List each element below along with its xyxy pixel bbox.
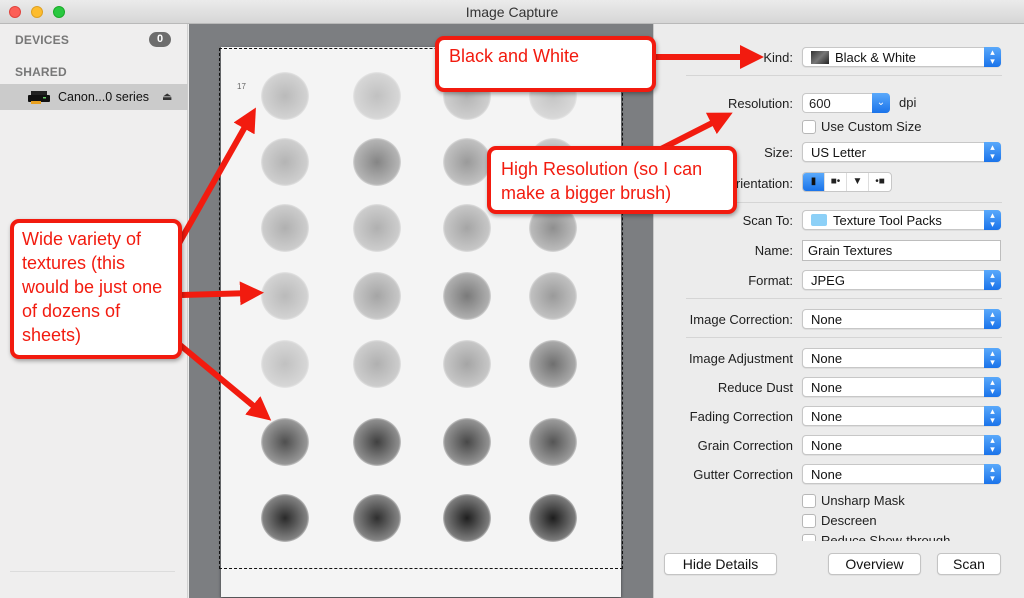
resolution-value: 600 bbox=[809, 96, 831, 111]
updown-arrows-icon: ▴ ▾ bbox=[984, 47, 1001, 67]
name-label: Name: bbox=[754, 243, 793, 258]
separator bbox=[686, 75, 1002, 76]
gutter-correction-value: None bbox=[811, 467, 843, 482]
reduce-dust-label: Reduce Dust bbox=[717, 380, 793, 395]
grain-correction-label: Grain Correction bbox=[697, 438, 793, 453]
separator bbox=[686, 337, 1002, 338]
scan-to-value: Texture Tool Packs bbox=[833, 213, 942, 228]
image-correction-value: None bbox=[811, 312, 843, 327]
size-label: Size: bbox=[764, 145, 793, 160]
custom-size-label: Use Custom Size bbox=[821, 119, 922, 134]
scroll-clip: Reduce Show-through bbox=[802, 529, 1002, 541]
hide-details-button[interactable]: Hide Details bbox=[664, 553, 777, 575]
printer-icon bbox=[28, 91, 50, 104]
orientation-upside-down-icon[interactable]: ▼ bbox=[847, 173, 869, 191]
updown-arrows-icon: ▴ ▾ bbox=[984, 348, 1001, 368]
scan-preview-area[interactable]: 17 bbox=[189, 24, 653, 598]
image-adjustment-label: Image Adjustment bbox=[688, 351, 793, 366]
kind-value: Black & White bbox=[835, 50, 916, 65]
scan-settings-panel: Kind: Black & White ▴ ▾ Resolution: 600 ⌄… bbox=[653, 24, 1024, 598]
separator bbox=[686, 298, 1002, 299]
orientation-portrait-icon[interactable]: ▮ bbox=[803, 173, 825, 191]
sidebar-divider bbox=[10, 571, 175, 572]
updown-arrows-icon: ▴ ▾ bbox=[984, 309, 1001, 329]
updown-arrows-icon: ▴ ▾ bbox=[984, 464, 1001, 484]
scan-button[interactable]: Scan bbox=[937, 553, 1001, 575]
resolution-combobox[interactable]: 600 ⌄ bbox=[802, 93, 890, 113]
fading-correction-label: Fading Correction bbox=[689, 409, 793, 424]
grain-correction-popup[interactable]: None ▴ ▾ bbox=[802, 435, 1001, 455]
reduce-dust-popup[interactable]: None ▴ ▾ bbox=[802, 377, 1001, 397]
reduce-dust-value: None bbox=[811, 380, 843, 395]
fading-correction-popup[interactable]: None ▴ ▾ bbox=[802, 406, 1001, 426]
format-value: JPEG bbox=[811, 273, 845, 288]
overview-button[interactable]: Overview bbox=[828, 553, 921, 575]
size-popup[interactable]: US Letter ▴ ▾ bbox=[802, 142, 1001, 162]
descreen-label: Descreen bbox=[821, 513, 877, 528]
scan-to-popup[interactable]: Texture Tool Packs ▴ ▾ bbox=[802, 210, 1001, 230]
sidebar-item-canon-scanner[interactable]: Canon...0 series ⏏ bbox=[0, 84, 188, 110]
updown-arrows-icon: ▴ ▾ bbox=[984, 435, 1001, 455]
updown-arrows-icon: ▴ ▾ bbox=[984, 142, 1001, 162]
devices-count-badge: 0 bbox=[149, 32, 171, 47]
shared-header: SHARED bbox=[15, 65, 67, 79]
format-popup[interactable]: JPEG ▴ ▾ bbox=[802, 270, 1001, 290]
name-field-wrap bbox=[802, 240, 1001, 261]
custom-size-checkbox[interactable] bbox=[802, 120, 816, 134]
kind-label: Kind: bbox=[763, 50, 793, 65]
device-label: Canon...0 series bbox=[58, 90, 150, 104]
callout-texture-variety: Wide variety of textures (this would be … bbox=[10, 219, 182, 359]
resolution-unit: dpi bbox=[899, 95, 917, 110]
image-adjustment-value: None bbox=[811, 351, 843, 366]
size-value: US Letter bbox=[811, 145, 866, 160]
orientation-rotate-right-icon[interactable]: ■• bbox=[825, 173, 847, 191]
name-field[interactable] bbox=[803, 241, 1000, 260]
format-label: Format: bbox=[748, 273, 793, 288]
eject-icon[interactable]: ⏏ bbox=[162, 90, 172, 103]
kind-popup[interactable]: Black & White ▴ ▾ bbox=[802, 47, 1001, 67]
updown-arrows-icon: ▴ ▾ bbox=[984, 270, 1001, 290]
gutter-correction-label: Gutter Correction bbox=[693, 467, 793, 482]
chevron-down-icon[interactable]: ⌄ bbox=[872, 93, 890, 113]
unsharp-mask-label: Unsharp Mask bbox=[821, 493, 905, 508]
image-correction-label: Image Correction: bbox=[689, 312, 793, 327]
reduce-show-through-checkbox[interactable] bbox=[802, 534, 816, 541]
title-bar: Image Capture bbox=[0, 0, 1024, 24]
folder-icon bbox=[811, 214, 827, 226]
window-title: Image Capture bbox=[465, 4, 559, 20]
fading-correction-value: None bbox=[811, 409, 843, 424]
descreen-checkbox[interactable] bbox=[802, 514, 816, 528]
callout-black-and-white: Black and White bbox=[435, 36, 656, 92]
black-white-icon bbox=[811, 51, 829, 64]
scan-selection-rectangle[interactable] bbox=[219, 48, 623, 569]
grain-correction-value: None bbox=[811, 438, 843, 453]
gutter-correction-popup[interactable]: None ▴ ▾ bbox=[802, 464, 1001, 484]
updown-arrows-icon: ▴ ▾ bbox=[984, 210, 1001, 230]
scan-to-label: Scan To: bbox=[742, 213, 793, 228]
callout-high-resolution: High Resolution (so I can make a bigger … bbox=[487, 146, 737, 214]
image-adjustment-popup[interactable]: None ▴ ▾ bbox=[802, 348, 1001, 368]
orientation-segmented-control[interactable]: ▮ ■• ▼ •■ bbox=[802, 172, 892, 192]
updown-arrows-icon: ▴ ▾ bbox=[984, 377, 1001, 397]
orientation-rotate-left-icon[interactable]: •■ bbox=[869, 173, 891, 191]
updown-arrows-icon: ▴ ▾ bbox=[984, 406, 1001, 426]
devices-header: DEVICES bbox=[15, 33, 70, 47]
unsharp-mask-checkbox[interactable] bbox=[802, 494, 816, 508]
reduce-show-through-label: Reduce Show-through bbox=[821, 533, 951, 541]
image-correction-popup[interactable]: None ▴ ▾ bbox=[802, 309, 1001, 329]
resolution-label: Resolution: bbox=[727, 96, 793, 111]
